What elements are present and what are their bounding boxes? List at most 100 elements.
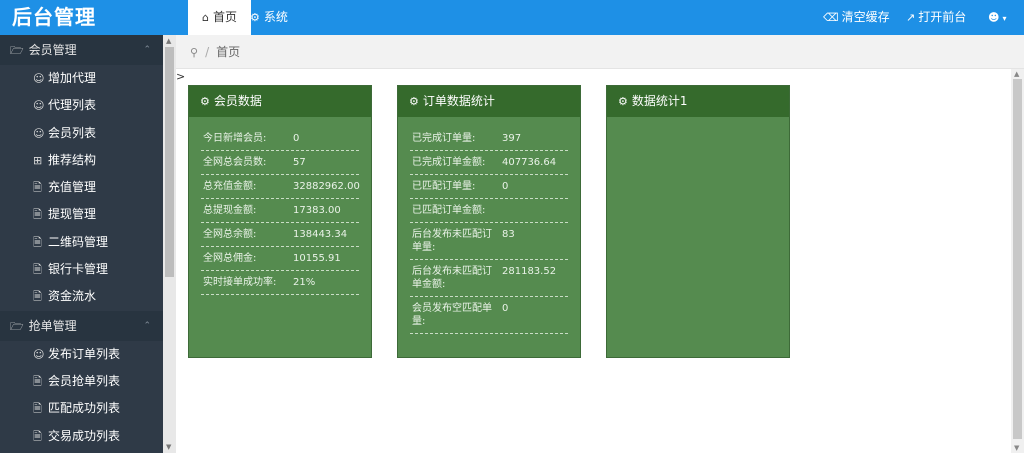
- stat-row: 实时接单成功率: 21%: [201, 271, 359, 295]
- gear-icon: ⚙: [618, 95, 628, 108]
- stat-label: 全网总佣金:: [203, 253, 257, 264]
- stat-value: 397: [502, 133, 522, 144]
- stat-row: 全网总佣金: 10155.91: [201, 247, 359, 271]
- file-icon: 🗎: [33, 208, 42, 222]
- stat-label: 已匹配订单量:: [412, 181, 476, 192]
- sidebar-item-label: 发布订单列表: [48, 346, 121, 361]
- file-icon: 🗎: [33, 290, 42, 304]
- sidebar-item-member-grabs[interactable]: 🗎 会员抢单列表: [0, 368, 163, 395]
- stat-value: 10155.91: [293, 253, 341, 264]
- stat-value: 281183.52: [502, 266, 557, 277]
- stat-label: 全网总会员数:: [203, 157, 267, 168]
- sidebar-scrollbar[interactable]: ▲ ▼: [163, 35, 176, 453]
- stat-value: 57: [293, 157, 306, 168]
- top-bar: 后台管理 ⌂ 首页 ⚙ 系统 ⌫ 清空缓存 ↗ 打开前台 ☻ ▾: [0, 0, 1024, 35]
- stat-row: 已匹配订单量: 0: [410, 175, 568, 199]
- sidebar-item-label: 代理列表: [48, 98, 97, 113]
- stat-row: 已完成订单金额: 407736.64: [410, 151, 568, 175]
- sidebar: 🗁 会员管理 ⌃ ☺ 增加代理 ☺ 代理列表 ☺ 会员列表 ⊞ 推荐结构 🗎 充值管理 🗎 提…: [0, 35, 163, 453]
- card-title: 订单数据统计: [422, 94, 495, 108]
- sidebar-item-withdraw[interactable]: 🗎 提现管理: [0, 201, 163, 228]
- sidebar-item-label: 会员抢单列表: [48, 373, 121, 388]
- folder-icon: 🗁: [10, 44, 24, 57]
- stat-label: 会员发布空匹配单量:: [412, 303, 492, 327]
- stat-row: 后台发布未匹配订单量: 83: [410, 223, 568, 260]
- chevron-down-icon: ▾: [1002, 14, 1007, 23]
- location-icon: ⚲: [190, 46, 199, 59]
- stat-value: 32882962.00: [293, 181, 360, 192]
- card-member-data: ⚙ 会员数据 今日新增会员: 0 全网总会员数: 57 总充值金额: 32882962.…: [188, 85, 372, 358]
- sidebar-scrollbar-thumb[interactable]: [165, 47, 174, 277]
- sidebar-item-label: 资金流水: [48, 289, 97, 304]
- stat-label: 总充值金额:: [203, 181, 257, 192]
- card-header: ⚙ 会员数据: [189, 86, 371, 117]
- gear-icon: ⚙: [200, 95, 210, 108]
- open-frontend-label: 打开前台: [918, 10, 967, 24]
- sidebar-group-label: 抢单管理: [28, 318, 77, 333]
- stat-row: 总充值金额: 32882962.00: [201, 175, 360, 199]
- grid-icon: ⊞: [33, 153, 43, 167]
- tab-system[interactable]: ⚙ 系统: [236, 0, 302, 35]
- stat-value: 17383.00: [293, 205, 341, 216]
- sidebar-item-label: 交易成功列表: [48, 428, 121, 443]
- breadcrumb-current[interactable]: 首页: [216, 45, 240, 59]
- sidebar-item-label: 增加代理: [48, 71, 97, 85]
- tab-system-label: 系统: [263, 10, 288, 24]
- sidebar-item-qrcode[interactable]: 🗎 二维码管理: [0, 229, 163, 256]
- user-menu-button[interactable]: ☻ ▾: [988, 0, 1006, 35]
- card-title: 会员数据: [213, 94, 262, 108]
- card-header: ⚙ 订单数据统计: [398, 86, 580, 117]
- stat-label: 已匹配订单金额:: [412, 205, 486, 216]
- stat-label: 已完成订单量:: [412, 133, 476, 144]
- folder-icon: 🗁: [10, 319, 24, 333]
- sidebar-item-label: 推荐结构: [48, 152, 97, 167]
- sidebar-item-label: 提现管理: [48, 207, 97, 222]
- open-frontend-button[interactable]: ↗ 打开前台: [906, 0, 966, 35]
- sidebar-item-add-agent[interactable]: ☺ 增加代理: [0, 65, 163, 92]
- stat-value: 0: [502, 181, 509, 192]
- stat-value: 138443.34: [293, 229, 348, 240]
- app-logo-title[interactable]: 后台管理: [0, 0, 176, 35]
- file-icon: 🗎: [33, 429, 42, 443]
- stat-value: 0: [293, 133, 300, 144]
- trash-icon: ⌫: [823, 11, 839, 24]
- scroll-down-arrow-icon[interactable]: ▼: [166, 443, 171, 451]
- gear-icon: ⚙: [409, 95, 419, 108]
- sidebar-item-completed[interactable]: 🗎 交易成功列表: [0, 423, 163, 450]
- stat-row: 总提现金额: 17383.00: [201, 199, 359, 223]
- sidebar-item-agent-list[interactable]: ☺ 代理列表: [0, 92, 163, 119]
- scroll-up-arrow-icon[interactable]: ▲: [166, 37, 171, 45]
- main-scrollbar[interactable]: ▲ ▼: [1011, 69, 1024, 453]
- gear-icon: ⚙: [250, 11, 260, 24]
- sidebar-item-fund-flow[interactable]: 🗎 资金流水: [0, 283, 163, 310]
- sidebar-item-recharge[interactable]: 🗎 充值管理: [0, 174, 163, 201]
- breadcrumb: ⚲ / 首页: [176, 35, 1024, 69]
- sidebar-item-published-orders[interactable]: ☺ 发布订单列表: [0, 341, 163, 368]
- sidebar-group-label: 会员管理: [28, 43, 77, 57]
- sidebar-item-label: 会员列表: [48, 125, 97, 140]
- clear-cache-button[interactable]: ⌫ 清空缓存: [823, 0, 890, 35]
- user-icon: ☺: [33, 72, 45, 85]
- sidebar-item-member-list[interactable]: ☺ 会员列表: [0, 120, 163, 147]
- scroll-up-arrow-icon[interactable]: ▲: [1014, 70, 1019, 78]
- main-scrollbar-thumb[interactable]: [1013, 79, 1022, 439]
- user-icon: ☺: [33, 126, 45, 140]
- sidebar-group-orders[interactable]: 🗁 抢单管理 ⌃: [0, 310, 163, 341]
- stat-row: 全网总余额: 138443.34: [201, 223, 359, 247]
- tab-home-label: 首页: [212, 10, 237, 24]
- card-header: ⚙ 数据统计1: [607, 86, 789, 117]
- caret-right-icon: >: [176, 70, 186, 83]
- stat-label: 总提现金额:: [203, 205, 257, 216]
- sidebar-group-member[interactable]: 🗁 会员管理 ⌃: [0, 35, 163, 65]
- card-order-stats: ⚙ 订单数据统计 已完成订单量: 397 已完成订单金额: 407736.64 已匹配…: [397, 85, 581, 358]
- scroll-down-arrow-icon[interactable]: ▼: [1014, 444, 1019, 452]
- sidebar-item-label: 银行卡管理: [48, 262, 109, 277]
- user-icon: ☺: [33, 347, 45, 361]
- file-icon: 🗎: [33, 374, 42, 388]
- external-link-icon: ↗: [906, 11, 916, 24]
- sidebar-item-bank-card[interactable]: 🗎 银行卡管理: [0, 256, 163, 283]
- home-icon: ⌂: [202, 11, 209, 24]
- stat-label: 全网总余额:: [203, 229, 257, 240]
- sidebar-item-matched[interactable]: 🗎 匹配成功列表: [0, 395, 163, 422]
- sidebar-item-referral-structure[interactable]: ⊞ 推荐结构: [0, 147, 163, 174]
